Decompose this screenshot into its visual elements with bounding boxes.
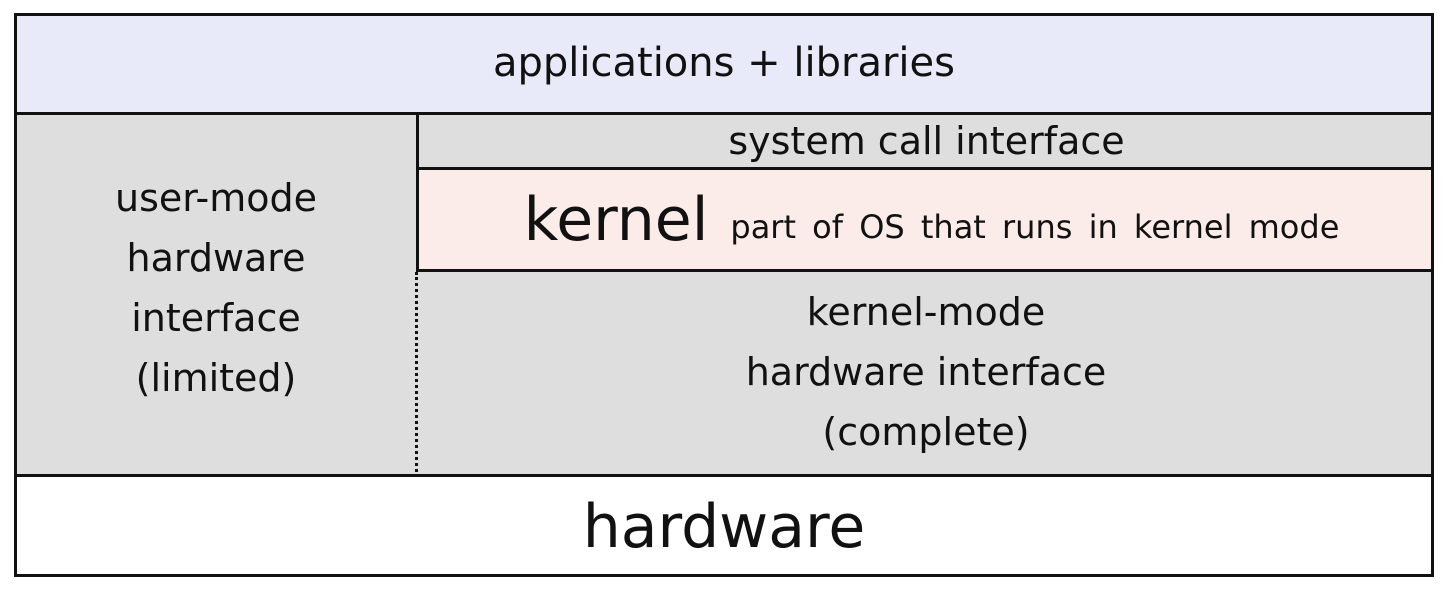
kernel-mode-line-2: hardware interface — [745, 350, 1107, 394]
kernel-mode-interface-label: kernel-mode hardware interface (complete… — [746, 282, 1107, 462]
kernel-mode-line-3: (complete) — [822, 410, 1030, 454]
kernel-mode-line-1: kernel-mode — [806, 290, 1046, 334]
user-mode-hardware-interface-layer: user-mode hardware interface (limited) — [14, 115, 418, 474]
applications-libraries-layer: applications + libraries — [14, 13, 1434, 115]
user-mode-line-2: hardware — [126, 235, 306, 280]
user-mode-line-1: user-mode — [115, 175, 317, 220]
kernel-layer: kernel part of OS that runs in kernel mo… — [416, 170, 1434, 272]
system-call-interface-label: system call interface — [728, 119, 1125, 163]
kernel-description: part of OS that runs in kernel mode — [730, 207, 1340, 246]
user-mode-interface-label: user-mode hardware interface (limited) — [115, 168, 317, 408]
user-mode-line-3: interface — [131, 295, 301, 340]
user-mode-line-4: (limited) — [135, 355, 297, 400]
mode-boundary-dotted-divider — [415, 272, 418, 472]
kernel-mode-hardware-interface-layer: kernel-mode hardware interface (complete… — [418, 272, 1434, 474]
hardware-layer: hardware — [14, 474, 1434, 577]
hardware-label: hardware — [582, 492, 866, 562]
kernel-title: kernel — [523, 184, 709, 255]
applications-libraries-label: applications + libraries — [492, 39, 955, 86]
system-call-interface-layer: system call interface — [416, 115, 1434, 170]
